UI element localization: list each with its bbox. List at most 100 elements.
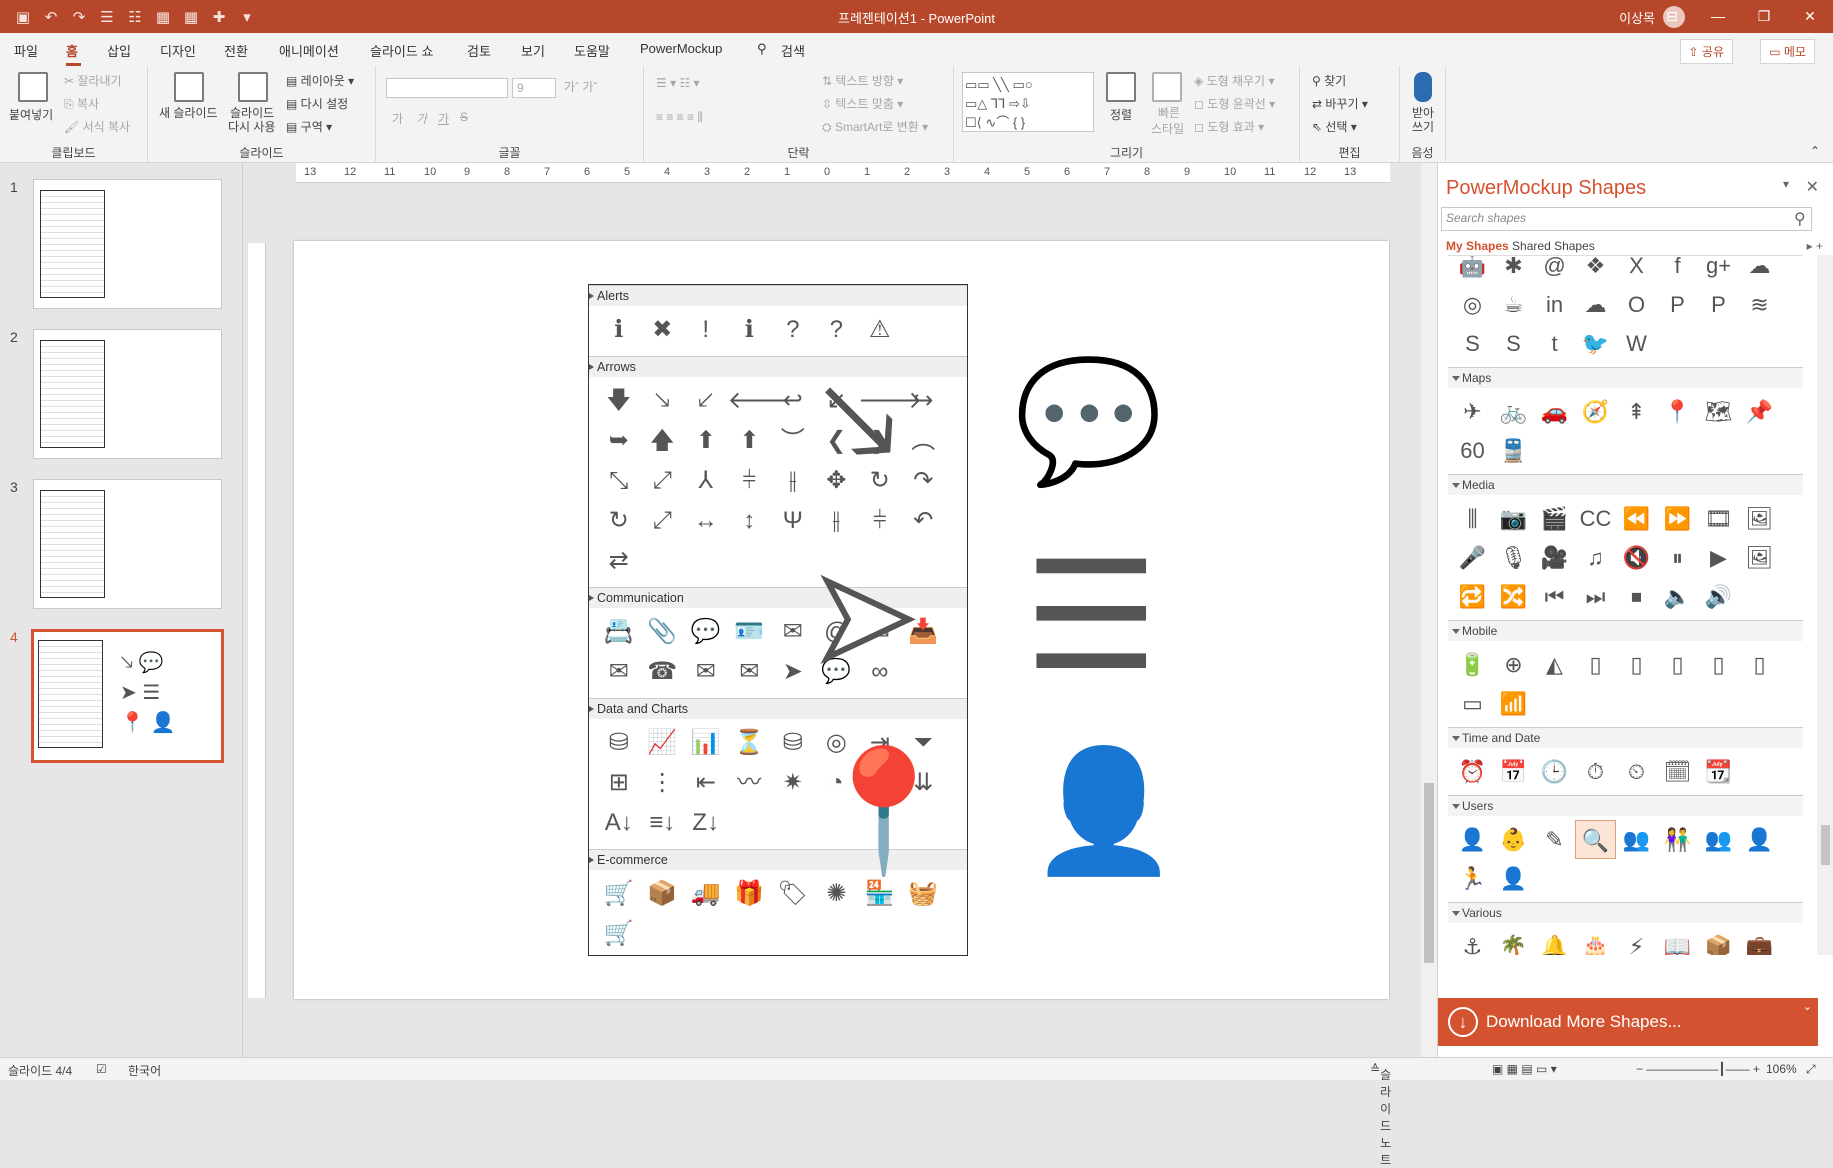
font-grow-button[interactable]: 가ˆ 가ˇ bbox=[564, 78, 597, 95]
shape-icon[interactable]: ▯ bbox=[1698, 645, 1739, 684]
shape-icon[interactable]: 🏪 bbox=[858, 874, 902, 914]
shape-icon[interactable]: 🔀 bbox=[1493, 577, 1534, 616]
shape-icon[interactable]: 📍 bbox=[1657, 392, 1698, 431]
category-header[interactable]: Maps bbox=[1448, 367, 1803, 388]
shape-icon[interactable]: 📅 bbox=[1493, 752, 1534, 791]
shape-icon[interactable]: ✉ bbox=[771, 612, 815, 652]
shape-icon[interactable]: ⏰ bbox=[1452, 752, 1493, 791]
slide[interactable]: Alerts ℹ ✖! ℹ?? ⚠ Arrows 🡇 🡖 🡗 🡐 ↩ ↙ 🡒 ↪ ➥ 🡅 ⬆ ⬆ ︶ ❮ ❯ ︵ ⤡ ⤢ ⅄ ⫩ ⫲… bbox=[294, 241, 1389, 999]
tab-insert[interactable]: 삽입 bbox=[107, 41, 131, 60]
chat-bubbles-icon[interactable]: 💬 bbox=[1014, 361, 1163, 481]
shape-icon[interactable]: S bbox=[1452, 324, 1493, 363]
shape-icon[interactable]: 🔊 bbox=[1698, 577, 1739, 616]
shape-icon[interactable]: ✷ bbox=[771, 763, 815, 803]
shape-icon[interactable]: ⬆ bbox=[728, 421, 772, 461]
shape-icon[interactable]: 🏷 bbox=[771, 874, 815, 914]
collapse-icon[interactable]: ⌄ bbox=[1803, 1000, 1812, 1013]
shape-icon[interactable]: ⛁ bbox=[771, 723, 815, 763]
quick-styles-button-line2[interactable]: 스타일 bbox=[1151, 120, 1184, 137]
shape-icon[interactable]: 📶 bbox=[1493, 684, 1534, 723]
proofing-icon[interactable]: ☑ bbox=[96, 1062, 107, 1076]
tab-transitions[interactable]: 전환 bbox=[224, 41, 248, 60]
tab-home[interactable]: 홈 bbox=[66, 41, 78, 60]
shape-icon[interactable]: ⤢ bbox=[641, 461, 685, 501]
shape-icon[interactable]: ⫩ bbox=[728, 461, 772, 501]
shape-icon[interactable]: ⫲ bbox=[815, 501, 859, 541]
reset-button[interactable]: ▤ 다시 설정 bbox=[286, 95, 348, 112]
shape-icon[interactable]: ✉ bbox=[597, 652, 641, 692]
shape-icon[interactable]: 🔈 bbox=[1657, 577, 1698, 616]
search-input[interactable]: Search shapes bbox=[1441, 207, 1812, 231]
shape-icon[interactable]: 🚲 bbox=[1493, 392, 1534, 431]
tab-slideshow[interactable]: 슬라이드 쇼 bbox=[370, 41, 433, 60]
user-search-icon[interactable]: 👤 bbox=[1029, 751, 1178, 871]
shape-icon[interactable]: ☁ bbox=[1739, 256, 1780, 285]
shape-icon[interactable]: 🔋 bbox=[1452, 645, 1493, 684]
tab-my-shapes[interactable]: My Shapes bbox=[1446, 239, 1509, 253]
shape-icon[interactable]: Ψ bbox=[771, 501, 815, 541]
shape-icon[interactable]: ↷ bbox=[902, 461, 946, 501]
shape-icon[interactable]: ≡↓ bbox=[641, 803, 685, 843]
fit-slide-icon[interactable]: ⤢ bbox=[1806, 1062, 1816, 1077]
shape-icon[interactable]: ▭ bbox=[1452, 684, 1493, 723]
shape-icon[interactable]: ✉ bbox=[684, 652, 728, 692]
shape-icon[interactable]: ≋ bbox=[1739, 285, 1780, 324]
shape-icon[interactable]: 🡇 bbox=[597, 381, 641, 421]
slide-thumbnail-4[interactable]: 🡖 💬 ➤ ☰ 📍 👤 bbox=[31, 629, 224, 763]
shape-icon[interactable]: A↓ bbox=[597, 803, 641, 843]
shapes-scrollbar[interactable] bbox=[1817, 255, 1833, 955]
shape-icon[interactable]: 〰 bbox=[728, 763, 772, 803]
shape-icon[interactable]: 🧺 bbox=[902, 874, 946, 914]
align-text-button[interactable]: ⇳ 텍스트 맞춤 ▾ bbox=[822, 95, 903, 112]
editor-scrollbar[interactable] bbox=[1421, 163, 1437, 1057]
align-buttons[interactable]: ≡ ≡ ≡ ≡ ⫼ bbox=[656, 110, 703, 125]
shape-icon[interactable]: t bbox=[1534, 324, 1575, 363]
map-pin-icon[interactable]: 📍 bbox=[809, 751, 958, 871]
shape-icon[interactable]: 👤 bbox=[1493, 859, 1534, 898]
shape-icon[interactable]: ▯ bbox=[1616, 645, 1657, 684]
shape-icon[interactable]: X bbox=[1616, 256, 1657, 285]
shape-icon[interactable]: 🛒 bbox=[597, 914, 641, 954]
shape-icon[interactable]: ⋮ bbox=[641, 763, 685, 803]
shape-icon[interactable]: 🡅 bbox=[641, 421, 685, 461]
shape-fill-button[interactable]: ◈ 도형 채우기 ▾ bbox=[1194, 72, 1274, 89]
shape-icon[interactable]: 📇 bbox=[597, 612, 641, 652]
text-direction-button[interactable]: ⇅ 텍스트 방향 ▾ bbox=[822, 72, 903, 89]
shape-icon[interactable]: ︵ bbox=[902, 421, 946, 461]
paper-plane-icon[interactable]: ➤ bbox=[811, 553, 918, 679]
shape-icon[interactable]: ⚡ bbox=[1616, 927, 1657, 955]
new-slide-icon[interactable] bbox=[174, 72, 204, 102]
new-slide-button[interactable]: 새 슬라이드 bbox=[159, 104, 218, 121]
shape-icon[interactable]: 🎥 bbox=[1534, 538, 1575, 577]
shape-icon[interactable]: ⇤ bbox=[684, 763, 728, 803]
shape-icon[interactable]: 🎙 bbox=[1493, 538, 1534, 577]
arrow-down-right-icon[interactable]: 🡖 bbox=[819, 361, 898, 481]
shape-icon[interactable]: f bbox=[1657, 256, 1698, 285]
shape-icon[interactable]: 📆 bbox=[1698, 752, 1739, 791]
category-header[interactable]: Arrows bbox=[589, 356, 967, 377]
shape-icon[interactable]: ☕ bbox=[1493, 285, 1534, 324]
font-size-input[interactable]: 9 bbox=[512, 78, 556, 98]
scroll-thumb[interactable] bbox=[1821, 825, 1830, 865]
bullets-button[interactable]: ☰ ▾ ☷ ▾ bbox=[656, 76, 700, 90]
tab-review[interactable]: 검토 bbox=[467, 41, 491, 60]
shape-icon[interactable]: 📈 bbox=[641, 723, 685, 763]
shape-icon[interactable]: 🔁 bbox=[1452, 577, 1493, 616]
shape-icon[interactable]: P bbox=[1657, 285, 1698, 324]
paste-button[interactable]: 붙여넣기 bbox=[9, 106, 53, 123]
shape-icon[interactable]: ⬆ bbox=[684, 421, 728, 461]
shape-icon[interactable]: S bbox=[1493, 324, 1534, 363]
shape-icon[interactable]: ⚓ bbox=[1452, 927, 1493, 955]
close-button[interactable]: ✕ bbox=[1787, 0, 1833, 33]
shape-icon[interactable]: ⏮ bbox=[1534, 577, 1575, 616]
shape-icon[interactable]: 🚗 bbox=[1534, 392, 1575, 431]
shape-icon[interactable]: ↩ bbox=[771, 381, 815, 421]
shape-icon[interactable]: ▶ bbox=[1698, 538, 1739, 577]
shape-icon[interactable]: 🡖 bbox=[641, 381, 685, 421]
shape-icon[interactable]: ︶ bbox=[771, 421, 815, 461]
shape-effects-button[interactable]: ◻ 도형 효과 ▾ bbox=[1194, 118, 1264, 135]
shape-icon[interactable]: ⊞ bbox=[597, 763, 641, 803]
shape-icon[interactable]: ⏱ bbox=[1575, 752, 1616, 791]
shape-outline-button[interactable]: ◻ 도형 윤곽선 ▾ bbox=[1194, 95, 1275, 112]
shape-icon[interactable]: P bbox=[1698, 285, 1739, 324]
